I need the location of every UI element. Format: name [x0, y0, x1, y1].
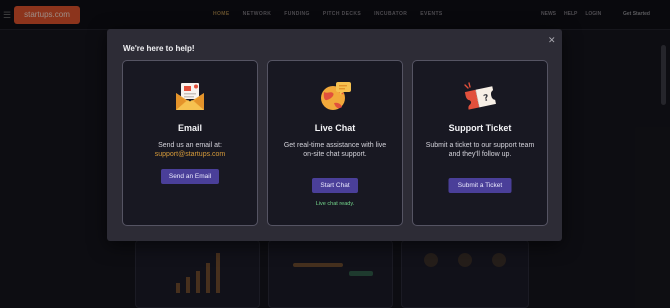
- card-title: Email: [177, 123, 202, 133]
- chat-status-text: Live chat ready.: [315, 201, 355, 207]
- email-description-text: Send us an email at:: [158, 142, 222, 149]
- submit-ticket-button[interactable]: Submit a Ticket: [448, 178, 512, 193]
- help-modal: We're here to help! ✕ Email Send us an e…: [107, 29, 562, 241]
- card-description: Get real-time assistance with live on-si…: [283, 142, 387, 158]
- close-icon[interactable]: ✕: [548, 35, 556, 46]
- live-chat-card: Live Chat Get real-time assistance with …: [267, 60, 403, 226]
- card-description: Submit a ticket to our support team and …: [425, 142, 535, 158]
- chat-globe-icon: [318, 79, 352, 113]
- support-email-link[interactable]: support@startups.com: [155, 151, 226, 158]
- support-ticket-card: ? Support Ticket Submit a ticket to our …: [412, 60, 548, 226]
- card-description: Send us an email at: support@startups.co…: [133, 141, 247, 159]
- card-title: Support Ticket: [448, 123, 512, 133]
- start-chat-button[interactable]: Start Chat: [312, 178, 358, 193]
- card-title: Live Chat: [314, 123, 356, 133]
- ticket-icon: ?: [463, 79, 497, 113]
- envelope-icon: [173, 79, 207, 113]
- email-card: Email Send us an email at: support@start…: [122, 60, 258, 226]
- modal-title: We're here to help!: [123, 44, 195, 53]
- send-email-button[interactable]: Send an Email: [161, 169, 219, 184]
